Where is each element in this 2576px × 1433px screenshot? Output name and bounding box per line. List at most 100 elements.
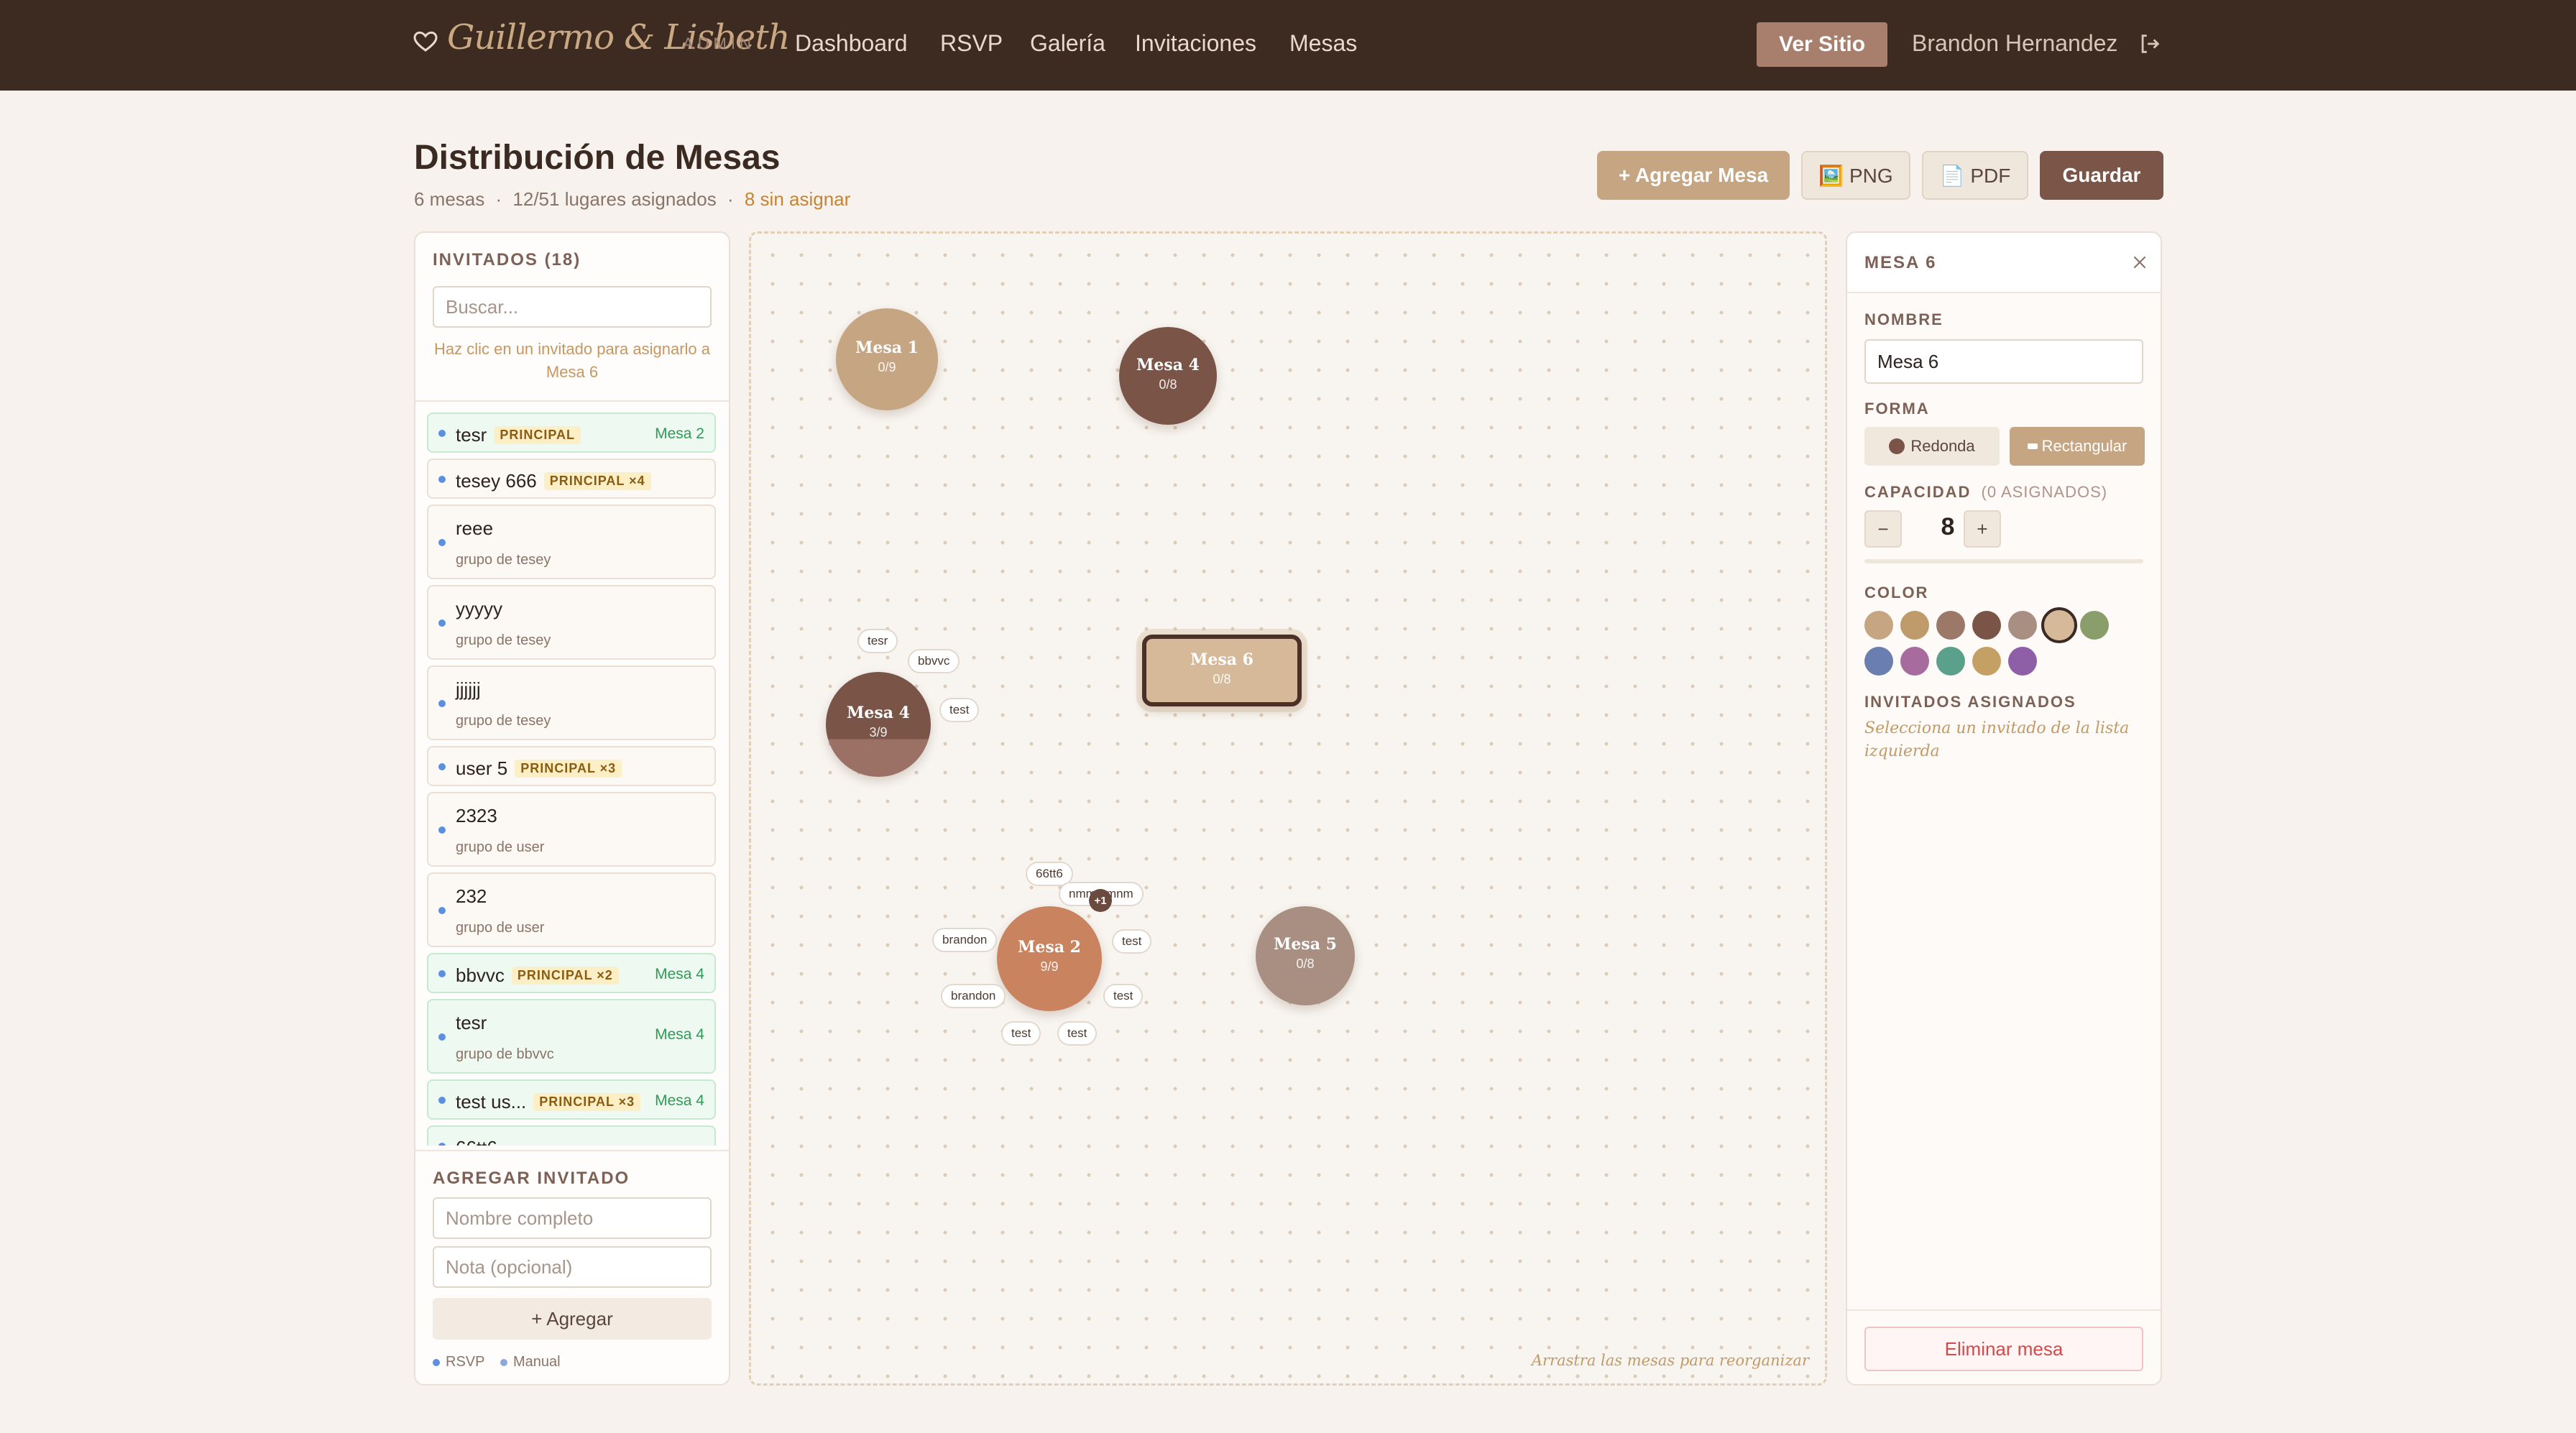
edit-panel-title: MESA 6: [1864, 253, 1937, 272]
guest-item[interactable]: 2323 grupo de user: [427, 792, 716, 867]
seat-chip[interactable]: test: [1001, 1021, 1041, 1046]
guest-item[interactable]: 232 grupo de user: [427, 872, 716, 947]
color-swatch[interactable]: [1864, 647, 1893, 676]
table-name: Mesa 2: [1018, 938, 1081, 957]
guest-item[interactable]: tesr PRINCIPAL Mesa 2: [427, 413, 716, 453]
rsvp-dot: [433, 1358, 440, 1366]
color-swatch[interactable]: [2008, 611, 2037, 640]
table-mesa-5[interactable]: Mesa 5 0/8: [1256, 906, 1355, 1005]
add-guest-button[interactable]: + Agregar: [433, 1298, 712, 1340]
search-input[interactable]: Buscar...: [433, 286, 712, 328]
shape-round-button[interactable]: Redonda: [1864, 427, 2000, 466]
guest-group: grupo de tesey: [456, 632, 551, 648]
nav-invitaciones[interactable]: Invitaciones: [1135, 30, 1256, 57]
manual-dot: [500, 1358, 507, 1366]
delete-table-button[interactable]: Eliminar mesa: [1864, 1327, 2143, 1371]
seat-chip[interactable]: test: [939, 698, 980, 722]
table-mesa-6[interactable]: Mesa 6 0/8: [1142, 635, 1302, 706]
seat-chip[interactable]: test: [1103, 984, 1144, 1008]
table-mesa-2[interactable]: Mesa 2 9/9: [997, 906, 1102, 1011]
guest-name: tesr PRINCIPAL: [456, 424, 581, 446]
nav-dashboard[interactable]: Dashboard: [795, 30, 908, 57]
legend-manual: Manual: [500, 1354, 561, 1370]
table-name: Mesa 1: [855, 338, 919, 357]
color-swatch[interactable]: [1972, 611, 2001, 640]
export-pdf-button[interactable]: 📄 PDF: [1922, 151, 2028, 200]
color-swatch[interactable]: [2008, 647, 2037, 676]
drag-hint: Arrastra las mesas para reorganizar: [1531, 1352, 1809, 1369]
guest-item[interactable]: test us... PRINCIPAL ×3 Mesa 4: [427, 1079, 716, 1120]
guest-note-input[interactable]: Nota (opcional): [433, 1246, 712, 1288]
table-count: 0/8: [1213, 672, 1231, 686]
seat-chip[interactable]: brandon: [932, 928, 998, 952]
logout-icon[interactable]: [2138, 32, 2162, 56]
add-guest-title: AGREGAR INVITADO: [433, 1169, 630, 1188]
heart-icon: [413, 31, 438, 52]
color-swatch[interactable]: [1936, 611, 1965, 640]
guest-item[interactable]: tesey 666 PRINCIPAL ×4: [427, 459, 716, 499]
view-site-button[interactable]: Ver Sitio: [1757, 22, 1887, 67]
guest-group: grupo de user: [456, 839, 545, 855]
capacity-decrement-button[interactable]: −: [1864, 510, 1902, 548]
guest-item[interactable]: bbvvc PRINCIPAL ×2 Mesa 4: [427, 953, 716, 993]
guest-item[interactable]: user 5 PRINCIPAL ×3: [427, 746, 716, 786]
shape-rect-button[interactable]: Rectangular: [2010, 427, 2145, 466]
guest-name: tesr: [456, 1012, 487, 1033]
table-mesa-4[interactable]: Mesa 4 0/8: [1119, 327, 1217, 425]
assign-hint: Haz clic en un invitado para asignarlo a…: [433, 340, 710, 381]
guest-group: grupo de tesey: [456, 713, 551, 729]
add-table-button[interactable]: + Agregar Mesa: [1597, 151, 1790, 200]
capacity-increment-button[interactable]: +: [1964, 510, 2001, 548]
guest-item[interactable]: yyyyy grupo de tesey: [427, 585, 716, 660]
color-swatch[interactable]: [1936, 647, 1965, 676]
color-swatch[interactable]: [2080, 611, 2109, 640]
nav-rsvp[interactable]: RSVP: [940, 30, 1003, 57]
guest-item[interactable]: jjjjjj grupo de tesey: [427, 665, 716, 740]
table-mesa-4[interactable]: Mesa 4 3/9: [826, 672, 931, 777]
color-swatch[interactable]: [1900, 647, 1929, 676]
rsvp-dot: [438, 1097, 446, 1104]
table-tag: Mesa 2: [655, 425, 704, 442]
close-icon[interactable]: [2130, 253, 2149, 272]
color-swatch[interactable]: [1900, 611, 1929, 640]
more-guests-badge[interactable]: +1: [1089, 889, 1112, 912]
guest-list[interactable]: tesr PRINCIPAL Mesa 2 tesey 666 PRINCIPAL …: [427, 413, 720, 1146]
shape-rect-label: Rectangular: [2041, 437, 2128, 455]
principal-badge: PRINCIPAL ×3: [533, 1093, 641, 1111]
guest-name-input[interactable]: Nombre completo: [433, 1197, 712, 1239]
table-name-input[interactable]: Mesa 6: [1864, 339, 2143, 384]
save-button[interactable]: Guardar: [2040, 151, 2163, 200]
seat-chip[interactable]: tesr: [857, 629, 898, 653]
seat-chip[interactable]: test: [1057, 1021, 1098, 1046]
guest-group: grupo de bbvvc: [456, 1046, 554, 1062]
table-mesa-1[interactable]: Mesa 1 0/9: [836, 308, 938, 410]
table-name: Mesa 4: [1136, 356, 1200, 374]
color-swatch-selected[interactable]: [2041, 607, 2077, 643]
nav-galeria[interactable]: Galería: [1030, 30, 1105, 57]
seat-chip[interactable]: test: [1112, 929, 1152, 954]
rsvp-dot: [438, 907, 446, 914]
rsvp-dot: [438, 476, 446, 483]
nav-mesas[interactable]: Mesas: [1289, 30, 1357, 57]
seating-canvas[interactable]: Mesa 1 0/9 Mesa 4 0/8 Mesa 6 0/8 Mesa 4 …: [749, 231, 1827, 1386]
table-tag: Mesa 4: [655, 1026, 704, 1043]
guest-item[interactable]: reee grupo de tesey: [427, 504, 716, 579]
rsvp-dot: [438, 430, 446, 437]
divider: [415, 1150, 729, 1151]
guest-name-text: bbvvc: [456, 964, 505, 986]
rsvp-dot: [438, 539, 446, 546]
rsvp-dot: [438, 826, 446, 834]
guest-item[interactable]: 66tt6: [427, 1125, 716, 1146]
seat-chip[interactable]: bbvvc: [908, 649, 960, 673]
stat-separator: ·: [495, 188, 502, 210]
color-swatch[interactable]: [1972, 647, 2001, 676]
color-swatch[interactable]: [1864, 611, 1893, 640]
guest-item[interactable]: tesr grupo de bbvvc Mesa 4: [427, 999, 716, 1074]
table-count: 9/9: [1040, 959, 1059, 974]
seat-chip[interactable]: brandon: [941, 984, 1006, 1008]
page-stats: 6 mesas · 12/51 lugares asignados · 8 si…: [414, 188, 850, 211]
color-label: COLOR: [1864, 584, 1929, 602]
export-png-button[interactable]: 🖼️ PNG: [1801, 151, 1910, 200]
guests-panel: INVITADOS (18) Buscar... Haz clic en un …: [414, 231, 730, 1386]
stat-separator: ·: [727, 188, 734, 210]
